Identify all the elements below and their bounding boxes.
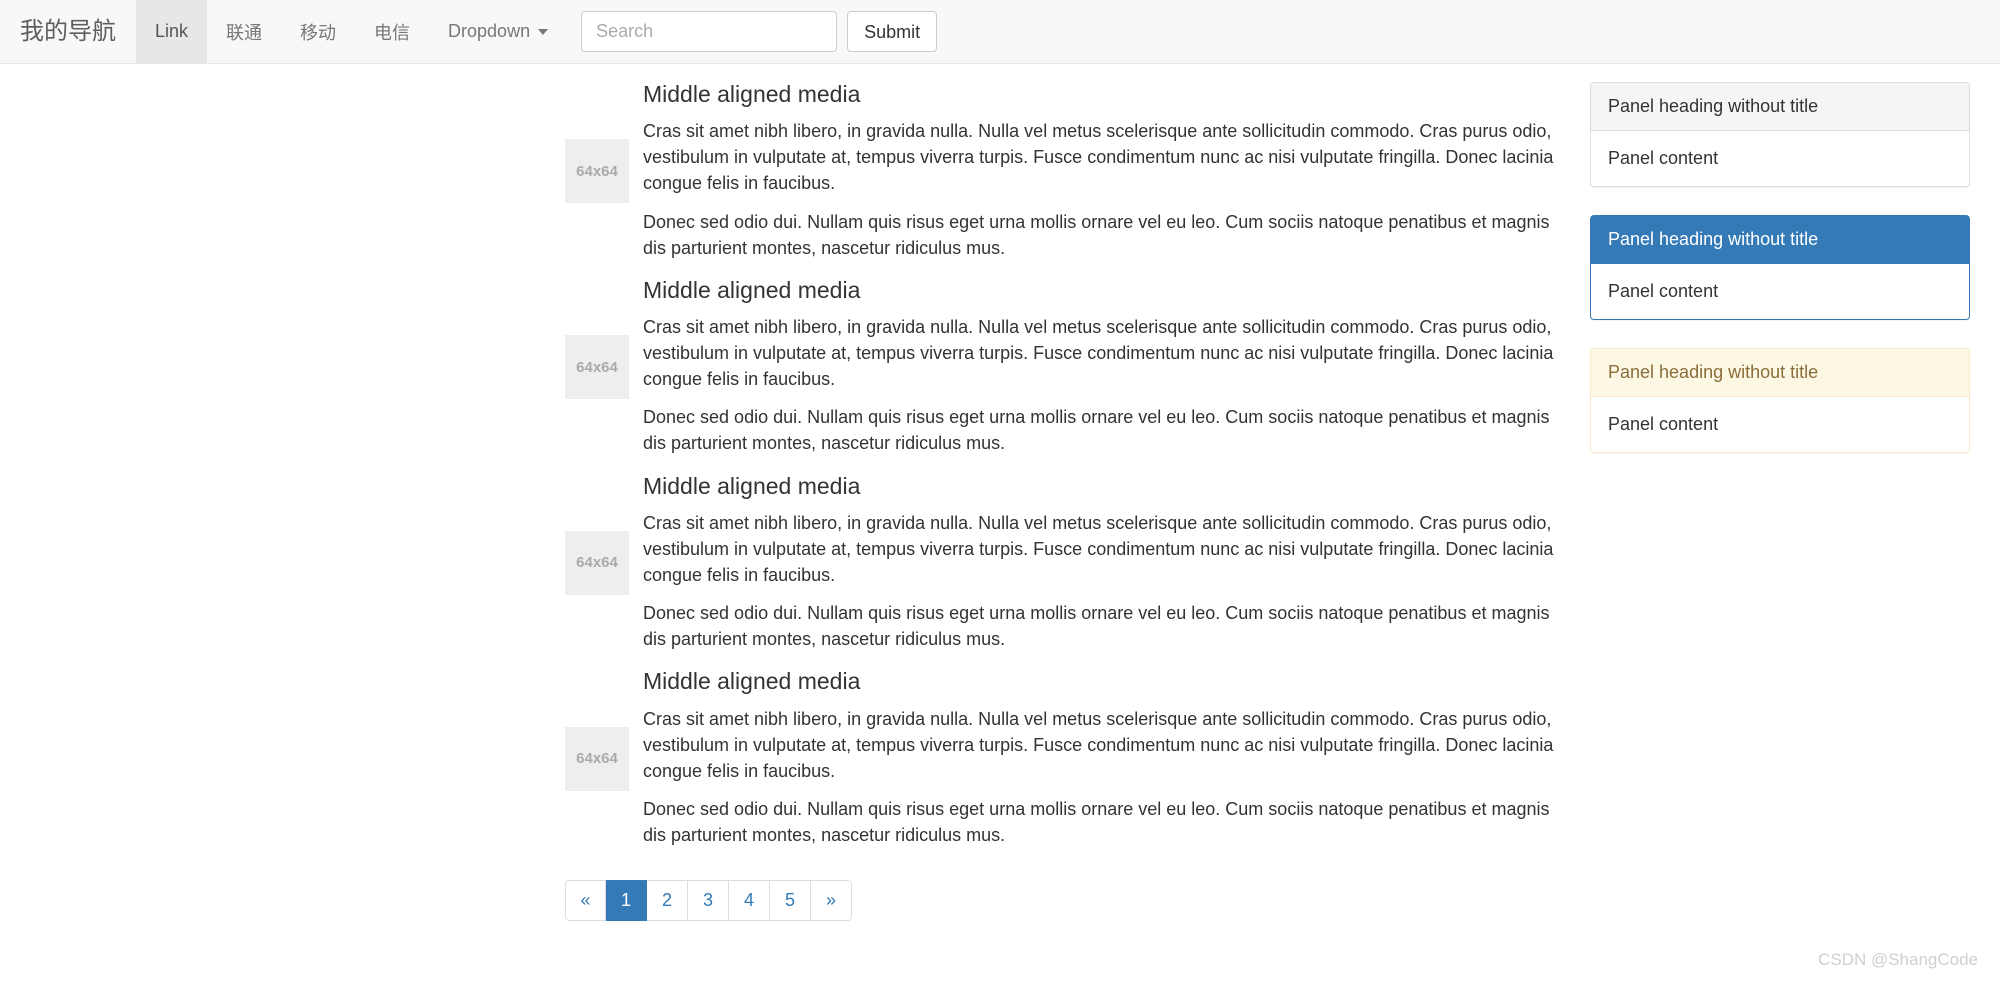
nav-list-item: 移动 (281, 0, 355, 63)
media-item: 64x64 Middle aligned media Cras sit amet n… (565, 276, 1560, 457)
media-item: 64x64 Middle aligned media Cras sit amet n… (565, 472, 1560, 653)
pagination-wrapper: «1 2 3 4 5» (0, 880, 2000, 922)
media-thumbnail-image[interactable]: 64x64 (565, 335, 629, 400)
nav-item-2[interactable]: 移动 (281, 0, 355, 63)
panel-body: Panel content (1608, 148, 1719, 168)
pagination-page-1[interactable]: 1 (606, 880, 647, 922)
panel-list: Panel heading without title Panel content… (1590, 82, 1970, 453)
pagination: «1 2 3 4 5» (565, 880, 852, 922)
sidebar-column: Panel heading without title Panel content… (1590, 82, 2000, 848)
nav-list-item: 电信 (355, 0, 429, 63)
content-row: 64x64 Middle aligned media Cras sit amet n… (0, 64, 2000, 848)
navbar-nav: Link 联通 移动 电信 Dropdown (136, 0, 567, 63)
media-thumbnail-wrapper: 64x64 (565, 530, 643, 595)
pagination-page-3[interactable]: 3 (688, 880, 729, 922)
nav-item-dropdown[interactable]: Dropdown (429, 0, 567, 63)
media-thumbnail-image[interactable]: 64x64 (565, 530, 629, 595)
media-body: Middle aligned media Cras sit amet nibh l… (643, 472, 1560, 653)
chevron-down-icon (538, 28, 549, 35)
media-body: Middle aligned media Cras sit amet nibh l… (643, 81, 1560, 261)
nav-item-0[interactable]: Link (136, 0, 208, 63)
media-body: Middle aligned media Cras sit amet nibh l… (643, 668, 1560, 848)
pagination-list-item: » (811, 880, 852, 922)
pagination-page-4[interactable]: 4 (729, 880, 770, 922)
pagination-list-item: 4 (729, 880, 770, 922)
panel-primary: Panel heading without title Panel content (1590, 215, 1970, 320)
pagination-prev[interactable]: « (565, 880, 606, 922)
media-paragraph: Cras sit amet nibh libero, in gravida nu… (643, 512, 1554, 586)
media-heading: Middle aligned media (643, 472, 861, 499)
panel-body: Panel content (1608, 414, 1719, 434)
media-thumbnail-wrapper: 64x64 (565, 726, 643, 791)
navbar-search-form: Submit (581, 0, 938, 63)
pagination-next[interactable]: » (811, 880, 852, 922)
navbar-brand[interactable]: 我的导航 (0, 0, 136, 63)
media-item: 64x64 Middle aligned media Cras sit amet n… (565, 668, 1560, 848)
nav-list-item: 联通 (207, 0, 281, 63)
media-heading: Middle aligned media (643, 668, 861, 695)
nav-item-label: 电信 (374, 22, 411, 43)
panel-heading: Panel heading without title (1591, 216, 1969, 264)
media-thumbnail-wrapper: 64x64 (565, 139, 643, 204)
media-paragraph: Donec sed odio dui. Nullam quis risus eg… (643, 798, 1550, 845)
media-heading: Middle aligned media (643, 81, 861, 107)
pagination-page-5[interactable]: 5 (770, 880, 811, 922)
media-thumbnail-wrapper: 64x64 (565, 335, 643, 400)
pagination-list-item: 5 (770, 880, 811, 922)
media-paragraph: Cras sit amet nibh libero, in gravida nu… (643, 317, 1554, 390)
page-container: 64x64 Middle aligned media Cras sit amet n… (0, 64, 2000, 922)
nav-item-label: 移动 (300, 22, 337, 43)
media-paragraph: Donec sed odio dui. Nullam quis risus eg… (643, 211, 1550, 258)
nav-item-label: 联通 (226, 22, 263, 43)
media-column: 64x64 Middle aligned media Cras sit amet n… (0, 81, 1590, 848)
media-thumbnail-image[interactable]: 64x64 (565, 139, 629, 204)
panel-heading: Panel heading without title (1591, 349, 1969, 397)
panel-heading: Panel heading without title (1591, 83, 1969, 131)
panel-default: Panel heading without title Panel content (1590, 82, 1970, 187)
nav-item-label: Link (155, 21, 189, 41)
media-paragraph: Donec sed odio dui. Nullam quis risus eg… (643, 603, 1550, 650)
main-navbar: 我的导航 Link 联通 移动 电信 Dropdown Submit (0, 0, 2000, 64)
media-thumbnail-image[interactable]: 64x64 (565, 726, 629, 791)
pagination-list-item: 2 (647, 880, 688, 922)
media-item: 64x64 Middle aligned media Cras sit amet n… (565, 81, 1560, 261)
panel-warning: Panel heading without title Panel content (1590, 348, 1970, 453)
media-paragraph: Cras sit amet nibh libero, in gravida nu… (643, 121, 1554, 194)
media-paragraph: Donec sed odio dui. Nullam quis risus eg… (643, 407, 1550, 454)
submit-button[interactable]: Submit (847, 11, 938, 52)
panel-body: Panel content (1608, 281, 1719, 301)
pagination-page-2[interactable]: 2 (647, 880, 688, 922)
media-body: Middle aligned media Cras sit amet nibh l… (643, 276, 1560, 457)
pagination-list-item: « (565, 880, 606, 922)
nav-item-label: Dropdown (448, 21, 531, 41)
nav-list-item: Link (136, 0, 208, 63)
media-heading: Middle aligned media (643, 276, 861, 303)
pagination-list-item: 1 (606, 880, 647, 922)
nav-list-item: Dropdown (429, 0, 567, 63)
nav-item-1[interactable]: 联通 (207, 0, 281, 63)
pagination-list-item: 3 (688, 880, 729, 922)
media-list: 64x64 Middle aligned media Cras sit amet n… (565, 81, 1560, 848)
search-input[interactable] (581, 11, 838, 52)
media-paragraph: Cras sit amet nibh libero, in gravida nu… (643, 708, 1554, 781)
watermark: CSDN @ShangCode (1818, 950, 1978, 969)
nav-item-3[interactable]: 电信 (355, 0, 429, 63)
